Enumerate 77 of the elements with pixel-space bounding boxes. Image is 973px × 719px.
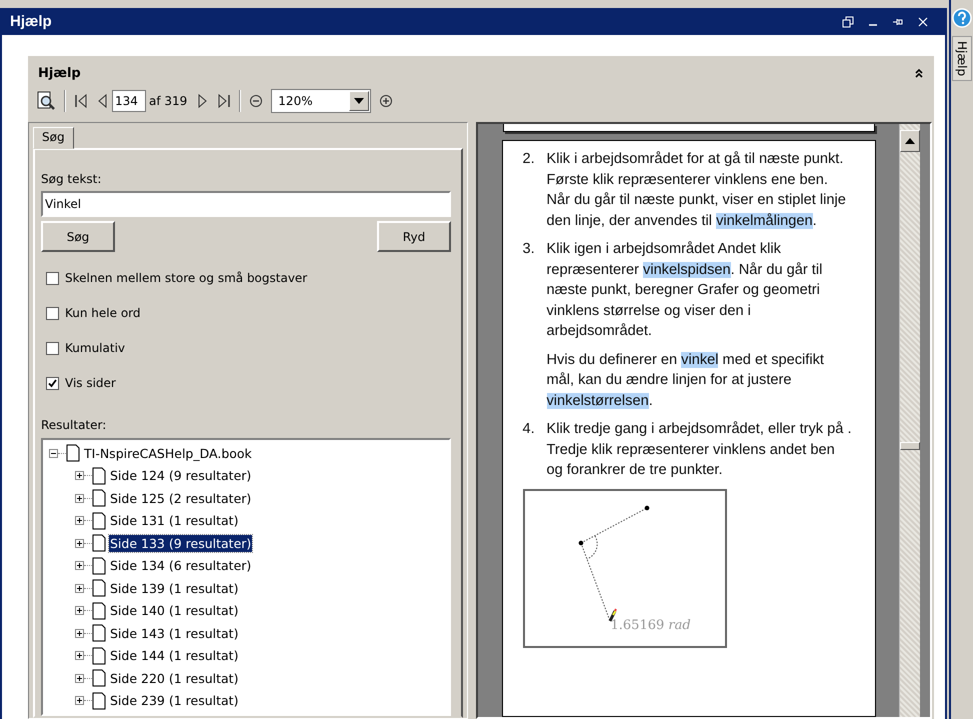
scroll-thumb[interactable] <box>900 442 920 450</box>
scroll-up-icon[interactable] <box>905 138 915 144</box>
zoom-in-icon[interactable] <box>379 93 394 109</box>
tree-item[interactable]: Side 143 (1 resultat) <box>109 624 240 642</box>
tree-item[interactable]: Side 140 (1 resultat) <box>109 602 240 620</box>
expand-toggle[interactable] <box>75 471 84 480</box>
page-icon <box>92 556 106 575</box>
option-label: Kumulativ <box>65 341 125 355</box>
expand-toggle[interactable] <box>75 494 84 503</box>
last-page-icon[interactable] <box>217 93 232 109</box>
option-label: Vis sider <box>65 376 116 390</box>
search-field[interactable]: Vinkel <box>41 191 451 217</box>
expand-toggle[interactable] <box>75 628 84 638</box>
first-page-icon[interactable] <box>74 93 88 109</box>
search-button[interactable]: Søg <box>41 221 115 252</box>
tree-item[interactable]: Side 220 (1 resultat) <box>109 670 240 687</box>
tree-item[interactable]: Side 144 (1 resultat) <box>109 647 240 664</box>
tree-item[interactable]: Side 133 (9 resultater) <box>109 534 252 552</box>
tree-item[interactable]: Side 124 (9 resultater) <box>109 467 252 484</box>
expand-toggle[interactable] <box>75 538 84 548</box>
list-number: 4. <box>522 420 536 439</box>
search-label: Søg tekst: <box>41 172 102 186</box>
paragraph: Klik i arbejdsområdet for at gå til næste punkt. Første klik repræsenterer vinklens ene ben. Når du går til næste punkt, viser en stiplet linje den linje, der anvendes til vinkelmålingen. <box>546 150 847 230</box>
zoom-out-icon[interactable] <box>249 93 264 109</box>
page-icon <box>92 534 106 552</box>
results-label: Resultater: <box>41 418 108 432</box>
checkbox[interactable] <box>46 342 59 354</box>
page-icon <box>92 466 106 485</box>
collapse-toggle[interactable] <box>49 448 58 458</box>
expand-toggle[interactable] <box>75 516 84 526</box>
scrollbar[interactable] <box>899 124 920 717</box>
page-icon <box>92 646 106 665</box>
checkbox[interactable] <box>46 306 59 320</box>
page-icon <box>92 669 106 688</box>
paragraph: Hvis du definerer en vinkel med et specifikt mål, kan du ændre linjen for at justere vinkelstørrelsen. <box>546 350 825 410</box>
list-number: 2. <box>522 150 536 169</box>
page-icon <box>92 579 106 598</box>
tree-item[interactable]: Side 139 (1 resultat) <box>109 580 240 597</box>
zoom-dropdown[interactable]: 120% <box>271 89 372 113</box>
angle-reading: 1.65169 rad <box>610 616 691 634</box>
page-number-field[interactable]: 134 <box>112 90 146 112</box>
caret-icon <box>354 98 364 104</box>
page-icon <box>92 512 106 530</box>
panel-title: Hjælp <box>38 66 81 80</box>
page-icon <box>92 489 106 508</box>
close-icon[interactable] <box>917 16 929 28</box>
tree-item[interactable]: Side 131 (1 resultat) <box>109 512 240 530</box>
window-title: Hjælp <box>10 13 52 30</box>
expand-toggle[interactable] <box>75 674 84 683</box>
checkbox[interactable] <box>46 272 59 284</box>
expand-toggle[interactable] <box>75 584 84 593</box>
tree-item[interactable]: Side 125 (2 resultater) <box>109 490 252 507</box>
restore-icon[interactable] <box>842 16 854 28</box>
search-tab[interactable]: Søg <box>33 127 74 149</box>
tree-item[interactable]: Side 134 (6 resultater) <box>109 557 252 574</box>
expand-toggle[interactable] <box>75 561 84 570</box>
page-count: af 319 <box>149 94 188 108</box>
tree-item[interactable]: TI-NspireCASHelp_DA.book <box>83 444 253 462</box>
help-icon[interactable] <box>952 8 972 28</box>
find-page-icon[interactable] <box>36 91 56 111</box>
expand-toggle[interactable] <box>75 606 84 616</box>
clear-button[interactable]: Ryd <box>377 221 451 252</box>
paragraph: Klik tredje gang i arbejdsområdet, eller tryk på . Tredje klik repræsenterer vinklens andet ben og forankrer de tre punkter. <box>546 420 852 480</box>
side-tab[interactable]: Hjælp <box>952 36 972 82</box>
page-icon <box>92 692 106 710</box>
paragraph: Klik igen i arbejdsområdet Andet klik repræsenterer vinkelspidsen. Når du går til næste punkt, beregner Grafer og geometri vinklens størrelse og viser den i arbejdsområdet. <box>546 240 824 341</box>
collapse-icon[interactable] <box>914 68 924 78</box>
page-icon <box>92 602 106 620</box>
book-icon <box>66 444 80 462</box>
page-icon <box>92 624 106 642</box>
checkbox[interactable] <box>46 376 59 390</box>
option-label: Kun hele ord <box>65 306 140 320</box>
expand-toggle[interactable] <box>75 651 84 660</box>
tree-item[interactable]: Side 239 (1 resultat) <box>109 692 240 710</box>
list-number: 3. <box>522 240 536 259</box>
expand-toggle[interactable] <box>75 696 84 706</box>
option-label: Skelnen mellem store og små bogstaver <box>65 271 308 285</box>
